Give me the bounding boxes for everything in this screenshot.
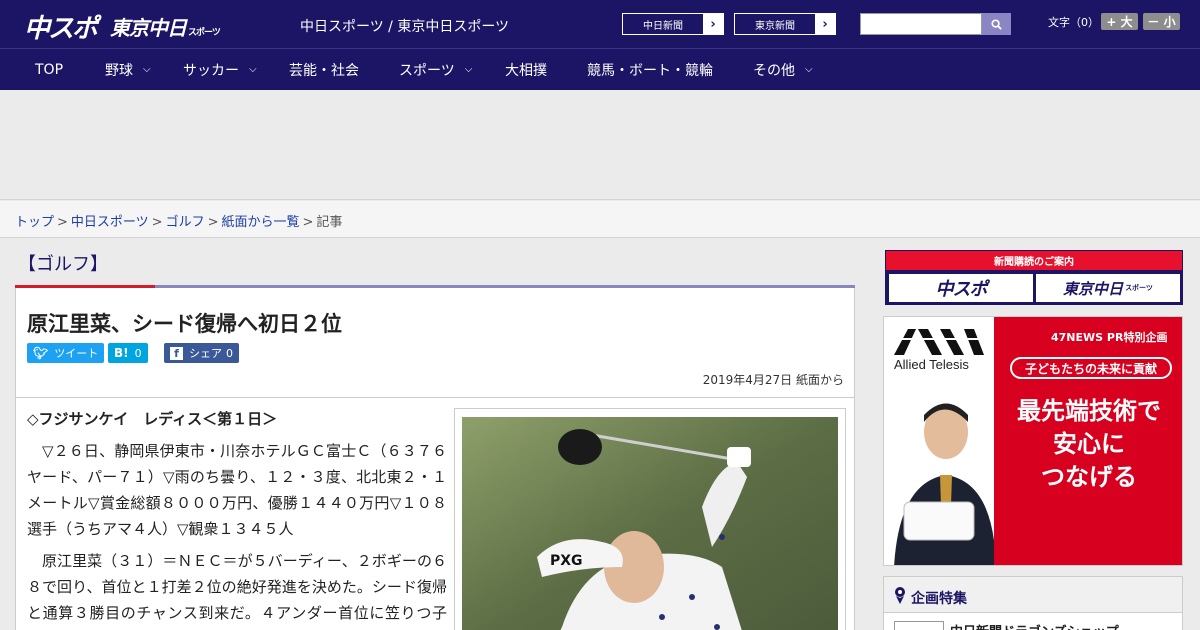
facebook-icon: f — [170, 346, 183, 360]
main-nav: TOP 野球 ⌵ サッカー ⌵ 芸能・社会 スポーツ ⌵ 大相撲 競馬・ボート・競輪 … — [0, 48, 1200, 90]
tokyo-shimbun-link[interactable]: 東京新聞 › — [734, 13, 836, 35]
ad-copy: 最先端技術で 安心に つなげる — [1017, 397, 1161, 491]
search-button[interactable] — [982, 13, 1011, 35]
logo-chuspo[interactable]: 中スポ — [24, 8, 98, 45]
lead-heading: ◇フジサンケイ レディス＜第１日＞ — [27, 410, 278, 428]
logo-tokyo-chunichi[interactable]: 東京中日 スポーツ — [110, 12, 221, 41]
chevron-down-icon: ⌵ — [249, 64, 257, 75]
article-body: ◇フジサンケイ レディス＜第１日＞ ▽２６日、静岡県伊東市・川奈ホテルＧＣ富士Ｃ… — [15, 398, 855, 630]
breadcrumb-top[interactable]: トップ — [15, 215, 54, 230]
subscription-banner[interactable]: 新聞購読のご案内 中スポ 東京中日 スポーツ — [885, 250, 1183, 305]
tweet-button[interactable]: 🐦︎ ツイート — [27, 343, 105, 363]
breadcrumb-chunichi-sports[interactable]: 中日スポーツ — [71, 215, 149, 230]
chevron-right-icon: › — [815, 14, 835, 34]
article-paragraph-1: ▽２６日、静岡県伊東市・川奈ホテルＧＣ富士Ｃ（６３７６ヤード、パー７１）▽雨のち… — [27, 442, 447, 538]
chevron-right-icon: › — [703, 14, 723, 34]
breadcrumb-current: 記事 — [316, 215, 343, 230]
feature-box: 企画特集 中日新聞ドラゴンズショップ — [883, 576, 1183, 630]
article-date: 2019年4月27日 紙面から — [702, 373, 844, 387]
feature-thumbnail[interactable] — [894, 621, 944, 630]
search-icon — [991, 18, 1002, 30]
chevron-down-icon: ⌵ — [143, 64, 151, 75]
facebook-share-button[interactable]: f シェア 0 — [164, 343, 239, 363]
allied-telesis-logo-icon — [894, 329, 984, 355]
ad-brand: Allied Telesis — [894, 357, 969, 372]
nav-item-baseball[interactable]: 野球 ⌵ — [105, 49, 151, 90]
breadcrumb-newspaper-list[interactable]: 紙面から一覧 — [222, 215, 300, 230]
feature-header: 企画特集 — [884, 577, 1182, 613]
feature-title: 企画特集 — [911, 591, 967, 607]
font-decrease-button[interactable]: － 小 — [1143, 13, 1180, 30]
nav-item-entertainment[interactable]: 芸能・社会 — [289, 49, 359, 90]
nav-item-soccer[interactable]: サッカー ⌵ — [183, 49, 257, 90]
subscribe-tokyo-chunichi-link[interactable]: 東京中日 スポーツ — [1036, 274, 1180, 302]
site-title: 中日スポーツ / 東京中日スポーツ — [300, 19, 510, 35]
twitter-icon: 🐦︎ — [33, 346, 49, 360]
font-increase-button[interactable]: + 大 — [1101, 13, 1138, 30]
breadcrumb-golf[interactable]: ゴルフ — [166, 215, 205, 230]
photo-frame: PXG — [454, 408, 846, 630]
category-label: 【ゴルフ】 — [18, 254, 108, 275]
subscribe-chuspo-link[interactable]: 中スポ — [889, 274, 1033, 302]
svg-text:PXG: PXG — [550, 553, 583, 569]
nav-item-racing[interactable]: 競馬・ボート・競輪 — [587, 49, 713, 90]
hatena-icon: B! — [114, 346, 129, 360]
article-paragraph-2: 原江里菜（３１）＝ＮＥＣ＝が５バーディー、２ボギーの６８で回り、首位と１打差２位… — [27, 552, 447, 622]
article-title: 原江里菜、シード復帰へ初日２位 — [27, 312, 342, 336]
breadcrumb: トップ > 中日スポーツ > ゴルフ > 紙面から一覧 > 記事 — [15, 215, 343, 230]
feature-item-link[interactable]: 中日新聞ドラゴンズショップ — [950, 621, 1119, 630]
article-photo[interactable]: PXG — [462, 417, 838, 630]
subscription-heading: 新聞購読のご案内 — [886, 251, 1182, 270]
article-header: 原江里菜、シード復帰へ初日２位 🐦︎ ツイート B! 0 f シェア 0 2019年4月… — [15, 288, 855, 398]
breadcrumb-bar: トップ > 中日スポーツ > ゴルフ > 紙面から一覧 > 記事 — [0, 201, 1200, 238]
ad-banner-text: 子どもたちの未来に貢献 — [1010, 357, 1172, 379]
chevron-down-icon: ⌵ — [464, 64, 473, 75]
nav-item-other[interactable]: その他 ⌵ — [753, 49, 813, 90]
chunichi-shimbun-link[interactable]: 中日新聞 › — [622, 13, 724, 35]
chevron-down-icon: ⌵ — [805, 64, 813, 75]
ad-pr-label: 47NEWS PR特別企画 — [1051, 331, 1168, 344]
sidebar-advertisement[interactable]: Allied Telesis 47NEWS PR特別企画 子どもたちの未来に貢献… — [883, 316, 1183, 566]
nav-item-top[interactable]: TOP — [35, 49, 63, 90]
search-input[interactable] — [860, 13, 982, 35]
ad-left-panel: Allied Telesis — [884, 317, 994, 565]
hatena-bookmark-button[interactable]: B! 0 — [108, 343, 148, 363]
ribbon-icon — [895, 587, 905, 604]
nav-item-sumo[interactable]: 大相撲 — [505, 49, 547, 90]
golfer-photo-image: PXG — [462, 417, 838, 630]
ad-banner-area — [0, 90, 1200, 200]
ad-person-image — [894, 403, 994, 565]
site-header: 中スポ 東京中日 スポーツ 中日スポーツ / 東京中日スポーツ 中日新聞 › 東京… — [0, 0, 1200, 48]
font-size-label: 文字（0） — [1048, 16, 1099, 29]
nav-item-sports[interactable]: スポーツ ⌵ — [399, 49, 472, 90]
